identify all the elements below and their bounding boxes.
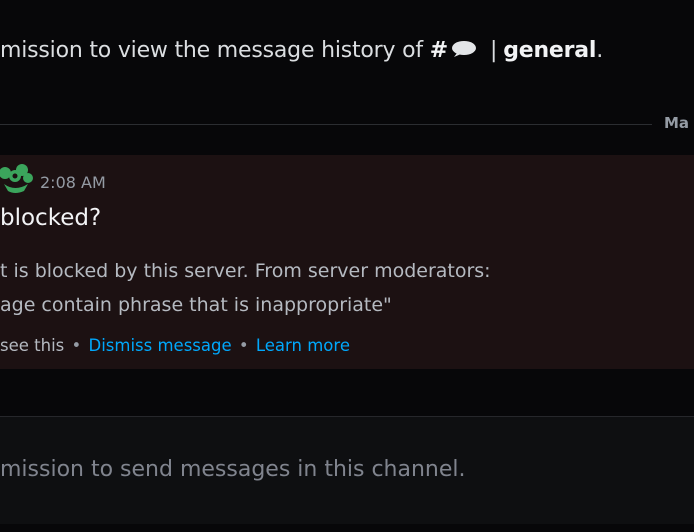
no-history-permission-notice: mission to view the message history of #… [0, 38, 603, 63]
speech-bubble-icon [450, 39, 478, 57]
learn-more-link[interactable]: Learn more [256, 336, 350, 355]
channel-name-separator: | [489, 38, 498, 63]
separator-dot: • [71, 336, 82, 355]
channel-name[interactable]: general [503, 38, 596, 63]
channel-hash: # [429, 38, 448, 63]
notice-text: mission to view the message history of [0, 38, 430, 63]
date-divider-line [0, 124, 652, 125]
blocked-message[interactable]: 2:08 AM blocked? t is blocked by this se… [0, 155, 694, 369]
message-composer-disabled: mission to send messages in this channel… [0, 417, 694, 524]
dismiss-message-link[interactable]: Dismiss message [89, 336, 232, 355]
blocked-reason-line-2: age contain phrase that is inappropriate… [0, 294, 392, 316]
visibility-note: see this [0, 336, 65, 355]
footer-strip [0, 524, 694, 532]
channel-view: mission to view the message history of #… [0, 0, 694, 532]
date-divider-label: Ma [664, 114, 690, 132]
message-content: blocked? [0, 205, 102, 231]
message-actions: see this • Dismiss message • Learn more [0, 336, 350, 355]
notice-suffix: . [596, 38, 604, 63]
message-timestamp: 2:08 AM [40, 173, 106, 192]
no-send-permission-text: mission to send messages in this channel… [0, 457, 466, 482]
blocked-reason-line-1: t is blocked by this server. From server… [0, 260, 491, 282]
flower-icon [0, 164, 34, 196]
separator-dot: • [238, 336, 249, 355]
